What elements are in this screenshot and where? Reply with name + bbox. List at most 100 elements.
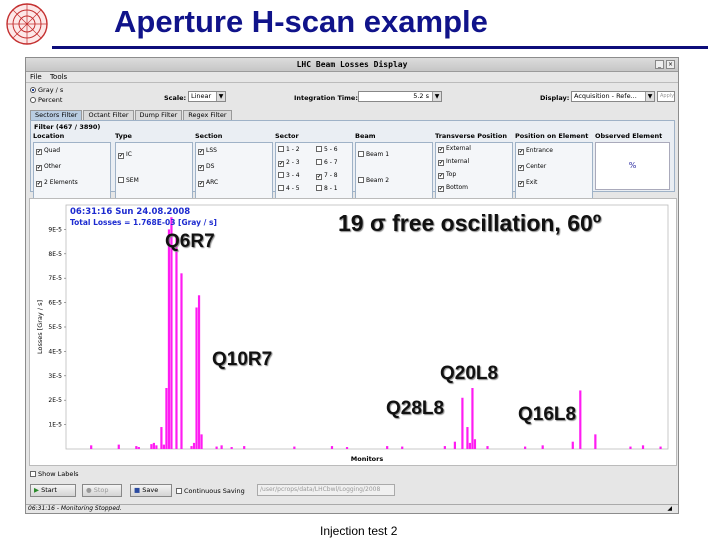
observed-element-field[interactable]: % bbox=[595, 142, 670, 190]
window-titlebar[interactable]: LHC Beam Losses Display _ × bbox=[26, 58, 678, 72]
loss-bar[interactable] bbox=[117, 444, 120, 449]
checkbox-lss[interactable]: ✔ LSS bbox=[198, 147, 217, 155]
save-path-field[interactable]: /user/pcrops/data/LHCbwl/Logging/2008 bbox=[257, 484, 395, 496]
checkbox-arc[interactable]: ✔ ARC bbox=[198, 179, 218, 187]
loss-bar[interactable] bbox=[443, 446, 446, 449]
checkbox-top[interactable]: ✔ Top bbox=[438, 171, 456, 179]
tab-octant-filter[interactable]: Octant Filter bbox=[83, 110, 134, 120]
display-select[interactable]: Acquisition - Refe... ▼ bbox=[571, 91, 655, 102]
observed-element-value: % bbox=[628, 161, 637, 170]
apply-button[interactable]: Apply bbox=[657, 91, 675, 102]
loss-bar[interactable] bbox=[165, 388, 168, 449]
unit-percent-radio[interactable]: Percent bbox=[30, 96, 62, 104]
checkbox-label: Beam 1 bbox=[366, 151, 390, 158]
loss-bar[interactable] bbox=[150, 444, 153, 449]
checkbox-sector-2-3[interactable]: ✔ 2 - 3 bbox=[278, 159, 300, 167]
checkbox-beam-1[interactable]: Beam 1 bbox=[358, 151, 389, 158]
loss-bar[interactable] bbox=[659, 446, 662, 449]
checkbox-entrance[interactable]: ✔ Entrance bbox=[518, 147, 553, 155]
checkbox-sem[interactable]: SEM bbox=[118, 177, 139, 184]
checkbox-exit[interactable]: ✔ Exit bbox=[518, 179, 537, 187]
tab-dump-filter[interactable]: Dump Filter bbox=[134, 110, 183, 120]
loss-bar[interactable] bbox=[461, 397, 464, 449]
checkbox-quad[interactable]: ✔ Quad bbox=[36, 147, 60, 155]
loss-bar[interactable] bbox=[471, 388, 474, 449]
checkbox-center[interactable]: ✔ Center bbox=[518, 163, 546, 171]
save-button[interactable]: ■ Save bbox=[130, 484, 172, 497]
checkbox-other[interactable]: ✔ Other bbox=[36, 163, 61, 171]
loss-bar[interactable] bbox=[152, 442, 155, 449]
loss-bar[interactable] bbox=[162, 444, 166, 449]
loss-bar[interactable] bbox=[167, 229, 171, 449]
loss-bar[interactable] bbox=[468, 442, 472, 449]
loss-bar[interactable] bbox=[453, 441, 456, 449]
loss-bar[interactable] bbox=[594, 434, 597, 449]
loss-bar[interactable] bbox=[200, 434, 203, 449]
loss-bar[interactable] bbox=[215, 446, 218, 449]
loss-bar[interactable] bbox=[571, 441, 574, 449]
loss-bar[interactable] bbox=[180, 273, 183, 449]
loss-bar[interactable] bbox=[192, 442, 196, 449]
loss-bar[interactable] bbox=[386, 446, 389, 449]
scale-select[interactable]: Linear ▼ bbox=[188, 91, 226, 102]
loss-bar[interactable] bbox=[195, 307, 198, 449]
close-icon[interactable]: × bbox=[666, 60, 675, 69]
loss-bar[interactable] bbox=[541, 445, 544, 449]
loss-bar[interactable] bbox=[293, 446, 296, 449]
loss-bar[interactable] bbox=[401, 446, 404, 449]
checkbox-sector-1-2[interactable]: 1 - 2 bbox=[278, 146, 300, 153]
checkbox-label: Internal bbox=[446, 158, 470, 165]
transverse-header: Transverse Position bbox=[435, 132, 507, 140]
unit-gray-radio[interactable]: Gray / s bbox=[30, 86, 63, 94]
checkbox-ic[interactable]: ✔ IC bbox=[118, 151, 132, 159]
loss-bar[interactable] bbox=[137, 447, 140, 449]
checkbox-sector-4-5[interactable]: 4 - 5 bbox=[278, 185, 300, 192]
checkbox-bottom[interactable]: ✔ Bottom bbox=[438, 184, 468, 192]
loss-bar[interactable] bbox=[197, 295, 201, 449]
checkbox-2-elements[interactable]: ✔ 2 Elements bbox=[36, 179, 78, 187]
resize-grip-icon[interactable]: ◢ bbox=[667, 505, 672, 513]
stop-button[interactable]: ● Stop bbox=[82, 484, 122, 497]
checkbox-sector-7-8[interactable]: ✔ 7 - 8 bbox=[316, 172, 338, 180]
total-losses-label: Total Losses = 1.768E-03 [Gray / s] bbox=[70, 218, 217, 227]
checkbox-ds[interactable]: ✔ DS bbox=[198, 163, 214, 171]
checkbox-sector-8-1[interactable]: 8 - 1 bbox=[316, 185, 338, 192]
loss-bar[interactable] bbox=[473, 439, 477, 449]
start-button[interactable]: ▶ Start bbox=[30, 484, 76, 497]
continuous-saving-checkbox[interactable]: Continuous Saving bbox=[176, 487, 245, 495]
integration-select[interactable]: 5.2 s ▼ bbox=[358, 91, 442, 102]
minimize-icon[interactable]: _ bbox=[655, 60, 664, 69]
loss-bar[interactable] bbox=[243, 446, 246, 449]
loss-bar[interactable] bbox=[220, 445, 223, 449]
tab-sectors-filter[interactable]: Sectors Filter bbox=[30, 110, 83, 120]
loss-bar[interactable] bbox=[641, 445, 645, 449]
loss-bar[interactable] bbox=[90, 445, 93, 449]
checkbox-checked-icon: ✔ bbox=[198, 181, 204, 187]
loss-bar[interactable] bbox=[135, 446, 138, 449]
loss-bar[interactable] bbox=[160, 427, 163, 449]
loss-bar[interactable] bbox=[190, 446, 193, 449]
checkbox-sector-6-7[interactable]: 6 - 7 bbox=[316, 159, 338, 166]
checkbox-internal[interactable]: ✔ Internal bbox=[438, 158, 469, 166]
loss-bar[interactable] bbox=[345, 447, 349, 449]
show-labels-checkbox[interactable]: Show Labels bbox=[30, 470, 79, 478]
loss-bar[interactable] bbox=[175, 236, 178, 449]
menu-tools[interactable]: Tools bbox=[50, 73, 67, 81]
menu-file[interactable]: File bbox=[30, 73, 42, 81]
loss-bar[interactable] bbox=[330, 446, 334, 449]
show-labels-label: Show Labels bbox=[38, 470, 79, 478]
loss-bar[interactable] bbox=[524, 446, 527, 449]
loss-bar[interactable] bbox=[629, 446, 632, 449]
checkbox-external[interactable]: ✔ External bbox=[438, 145, 471, 153]
loss-bar[interactable] bbox=[155, 445, 158, 449]
checkbox-beam-2[interactable]: Beam 2 bbox=[358, 177, 389, 184]
continuous-saving-label: Continuous Saving bbox=[184, 487, 245, 495]
checkbox-sector-3-4[interactable]: 3 - 4 bbox=[278, 172, 300, 179]
loss-bar[interactable] bbox=[579, 390, 582, 449]
loss-bar[interactable] bbox=[230, 447, 233, 449]
checkbox-sector-5-6[interactable]: 5 - 6 bbox=[316, 146, 338, 153]
loss-bar[interactable] bbox=[486, 446, 489, 449]
losses-plot[interactable]: 9E-5 8E-5 7E-5 6E-5 5E-5 4E-5 3E-5 2E-5 1E-5 Los… bbox=[29, 198, 677, 466]
loss-bar[interactable] bbox=[466, 427, 469, 449]
tab-regex-filter[interactable]: Regex Filter bbox=[183, 110, 232, 120]
